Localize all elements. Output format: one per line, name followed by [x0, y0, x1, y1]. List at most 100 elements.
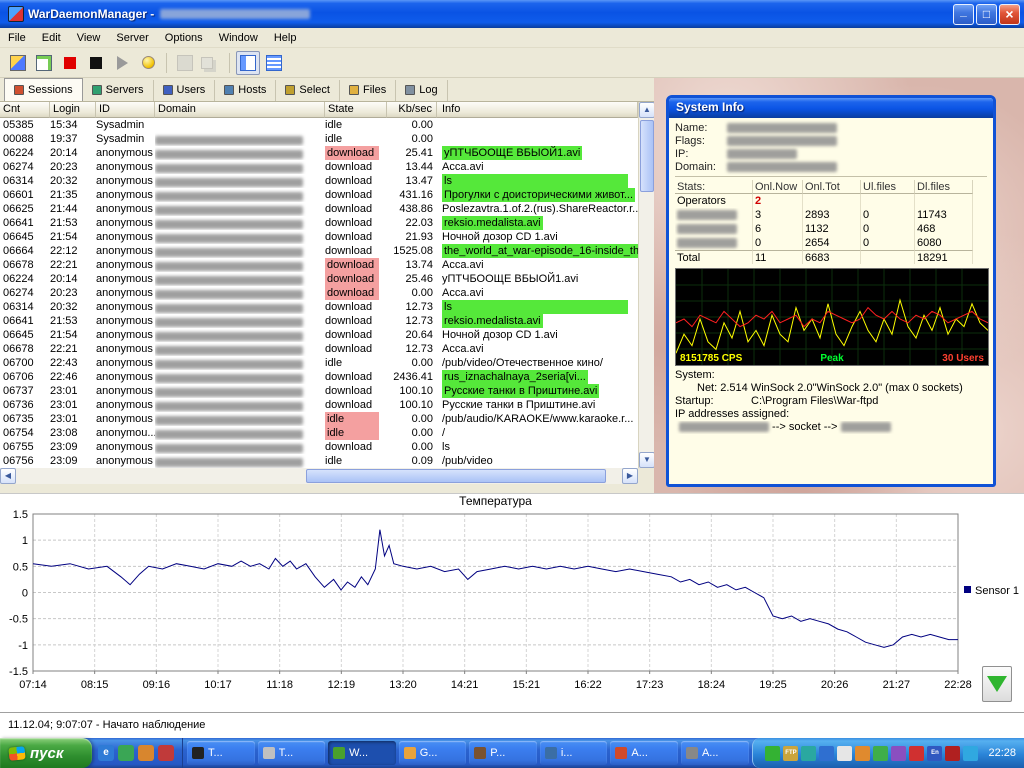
tab-users[interactable]: Users	[154, 80, 216, 101]
properties-button[interactable]	[32, 51, 56, 75]
tray-icon-ftp[interactable]: FTP	[783, 746, 798, 761]
session-row[interactable]: 0670622:46anonymousdownload2436.41rus_iz…	[0, 370, 638, 384]
session-row[interactable]: 0660121:35anonymousdownload431.16Прогулк…	[0, 188, 638, 202]
session-row[interactable]: 0664521:54anonymousdownload21.93Ночной д…	[0, 230, 638, 244]
menu-item-file[interactable]: File	[0, 30, 34, 46]
column-header-domain[interactable]: Domain	[155, 102, 325, 118]
taskbar-task-5[interactable]: P...	[469, 741, 537, 765]
tray-icon-blue[interactable]	[819, 746, 834, 761]
session-row[interactable]: 0667822:21anonymousdownload12.73Acca.avi	[0, 342, 638, 356]
column-header-kbsec[interactable]: Kb/sec	[387, 102, 437, 118]
quick-launch-media[interactable]	[138, 745, 154, 761]
column-header-id[interactable]: ID	[96, 102, 155, 118]
scroll-up-icon[interactable]	[639, 102, 655, 118]
session-row[interactable]: 0631420:32anonymousdownload13.47ls	[0, 174, 638, 188]
vertical-scrollbar[interactable]	[638, 102, 654, 468]
stats-onlnow: 0	[753, 236, 803, 250]
session-row[interactable]: 0673623:01anonymousdownload100.10Русские…	[0, 398, 638, 412]
session-row[interactable]: 0664121:53anonymousdownload22.03reksio.m…	[0, 216, 638, 230]
scroll-left-icon[interactable]	[0, 468, 16, 484]
quick-launch-desktop[interactable]	[118, 745, 134, 761]
start-button[interactable]	[110, 51, 134, 75]
alert-button[interactable]	[136, 51, 160, 75]
tab-log[interactable]: Log	[396, 80, 447, 101]
scroll-right-icon[interactable]	[622, 468, 638, 484]
tab-select[interactable]: Select	[276, 80, 340, 101]
scroll-down-icon[interactable]	[639, 452, 655, 468]
session-row[interactable]: 0664521:54anonymousdownload20.64Ночной д…	[0, 328, 638, 342]
tray-icon-green[interactable]	[765, 746, 780, 761]
horizontal-scroll-thumb[interactable]	[306, 469, 606, 483]
taskbar-task-6[interactable]: i...	[540, 741, 608, 765]
session-row[interactable]: 0631420:32anonymousdownload12.73ls	[0, 300, 638, 314]
taskbar-task-1[interactable]: T...	[187, 741, 255, 765]
taskbar-task-8[interactable]: A...	[681, 741, 749, 765]
taskbar-task-4[interactable]: G...	[399, 741, 467, 765]
session-row[interactable]: 0538515:34Sysadminidle0.00	[0, 118, 638, 132]
session-row[interactable]: 0627420:23anonymousdownload0.00Acca.avi	[0, 286, 638, 300]
copy-button[interactable]	[199, 51, 223, 75]
cell-cnt: 06678	[0, 258, 50, 272]
tab-servers[interactable]: Servers	[83, 80, 154, 101]
system-info-titlebar[interactable]: System Info	[669, 98, 993, 118]
tray-icon-white[interactable]	[837, 746, 852, 761]
panel-left-button[interactable]	[236, 51, 260, 75]
taskbar-task-7[interactable]: A...	[610, 741, 678, 765]
taskbar-clock[interactable]: 22:28	[984, 747, 1016, 759]
tray-icon-skyblue[interactable]	[963, 746, 978, 761]
maximize-button[interactable]	[976, 4, 997, 25]
column-header-state[interactable]: State	[325, 102, 387, 118]
tab-files[interactable]: Files	[340, 80, 396, 101]
column-header-login[interactable]: Login	[50, 102, 96, 118]
minimize-button[interactable]	[953, 4, 974, 25]
session-row[interactable]: 0667822:21anonymousdownload13.74Acca.avi	[0, 258, 638, 272]
session-row[interactable]: 0675523:09anonymousdownload0.00ls	[0, 440, 638, 454]
title-bar[interactable]: WarDaemonManager -	[0, 0, 1024, 28]
stop-button[interactable]	[84, 51, 108, 75]
tray-icon-darkred[interactable]	[945, 746, 960, 761]
horizontal-scrollbar[interactable]	[0, 468, 638, 484]
quick-launch-browser[interactable]: e	[98, 745, 114, 761]
vertical-scroll-thumb[interactable]	[640, 120, 654, 192]
column-header-info[interactable]: Info	[437, 102, 638, 118]
close-button[interactable]	[999, 4, 1020, 25]
session-row[interactable]: 0675623:09anonymousidle0.09/pub/video	[0, 454, 638, 468]
session-row[interactable]: 0675423:08anonymou...idle0.00/	[0, 426, 638, 440]
start-button[interactable]: пуск	[0, 738, 92, 768]
session-row[interactable]: 0627420:23anonymousdownload13.44Acca.avi	[0, 160, 638, 174]
session-row[interactable]: 0666422:12anonymousdownload1525.08the_wo…	[0, 244, 638, 258]
quick-launch-mail[interactable]	[158, 745, 174, 761]
scroll-track[interactable]	[16, 468, 622, 484]
session-row[interactable]: 0622420:14anonymousdownload25.46уПТЧБООЩ…	[0, 272, 638, 286]
tray-icon-red[interactable]	[909, 746, 924, 761]
connect-button[interactable]	[6, 51, 30, 75]
tray-icon-teal[interactable]	[801, 746, 816, 761]
menu-item-help[interactable]: Help	[266, 30, 305, 46]
session-row[interactable]: 0622420:14anonymousdownload25.41уПТЧБООЩ…	[0, 146, 638, 160]
session-row[interactable]: 0664121:53anonymousdownload12.73reksio.m…	[0, 314, 638, 328]
menu-item-window[interactable]: Window	[211, 30, 266, 46]
session-row[interactable]: 0008819:37Sysadminidle0.00	[0, 132, 638, 146]
menu-item-server[interactable]: Server	[108, 30, 156, 46]
taskbar-task-3[interactable]: W...	[328, 741, 396, 765]
cell-login: 23:01	[50, 384, 96, 398]
chart-scroll-button[interactable]	[982, 666, 1012, 702]
tab-hosts[interactable]: Hosts	[215, 80, 276, 101]
session-row[interactable]: 0673523:01anonymousidle0.00/pub/audio/KA…	[0, 412, 638, 426]
record-button[interactable]	[58, 51, 82, 75]
menu-item-options[interactable]: Options	[157, 30, 211, 46]
taskbar-task-2[interactable]: T...	[258, 741, 326, 765]
menu-item-view[interactable]: View	[69, 30, 109, 46]
cut-button[interactable]	[173, 51, 197, 75]
session-row[interactable]: 0670022:43anonymousidle0.00/pub/video/От…	[0, 356, 638, 370]
panel-list-button[interactable]	[262, 51, 286, 75]
session-row[interactable]: 0662521:44anonymousdownload438.86Posleza…	[0, 202, 638, 216]
tab-sessions[interactable]: Sessions	[4, 78, 83, 101]
session-row[interactable]: 0673723:01anonymousdownload100.10Русские…	[0, 384, 638, 398]
column-header-cnt[interactable]: Cnt	[0, 102, 50, 118]
menu-item-edit[interactable]: Edit	[34, 30, 69, 46]
tray-icon-chart[interactable]	[873, 746, 888, 761]
tray-icon-orange[interactable]	[855, 746, 870, 761]
tray-icon-purple[interactable]	[891, 746, 906, 761]
tray-icon-lang[interactable]: En	[927, 746, 942, 761]
